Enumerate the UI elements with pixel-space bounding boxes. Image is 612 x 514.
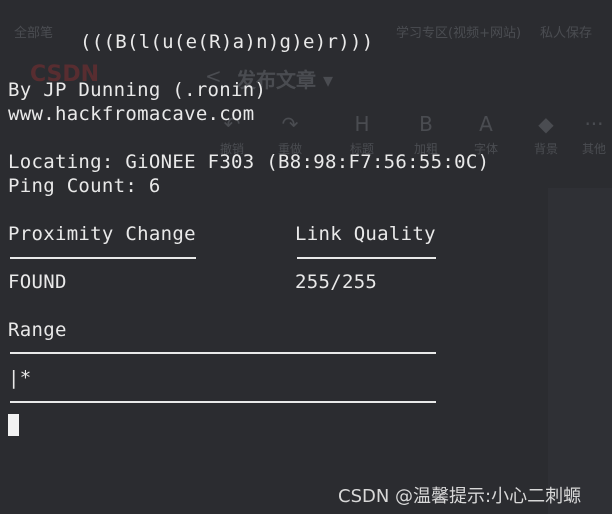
link-quality-underline [297, 257, 436, 259]
blueranger-banner: (((B(l(u(e(R)a)n)g)e)r))) [80, 31, 374, 53]
proximity-underline [10, 257, 196, 259]
ping-line: Ping Count: 6 [8, 174, 161, 198]
range-bar: |* [8, 367, 32, 389]
range-header: Range [8, 319, 67, 341]
locating-label: Locating: [8, 151, 114, 173]
link-quality-value: 255/255 [295, 271, 378, 293]
csdn-watermark: CSDN @温馨提示:小心二刺螈 [338, 486, 582, 507]
terminal-cursor [8, 414, 19, 436]
proximity-value: FOUND [8, 271, 67, 293]
author-line: By JP Dunning (.ronin) [8, 79, 267, 101]
terminal-window[interactable]: (((B(l(u(e(R)a)n)g)e)r))) By JP Dunning … [0, 0, 612, 514]
website-line: www.hackfromacave.com [8, 103, 255, 125]
device-name: GiONEE F303 [125, 151, 255, 173]
range-bottom-border [10, 401, 436, 403]
link-quality-header: Link Quality [295, 223, 436, 245]
locating-line: Locating: GiONEE F303 (B8:98:F7:56:55:0C… [8, 150, 489, 174]
range-top-border [10, 352, 436, 354]
ping-count: 6 [148, 175, 161, 197]
ping-label: Ping Count: [8, 175, 138, 197]
device-mac: (B8:98:F7:56:55:0C) [266, 151, 490, 173]
proximity-header: Proximity Change [8, 223, 196, 245]
